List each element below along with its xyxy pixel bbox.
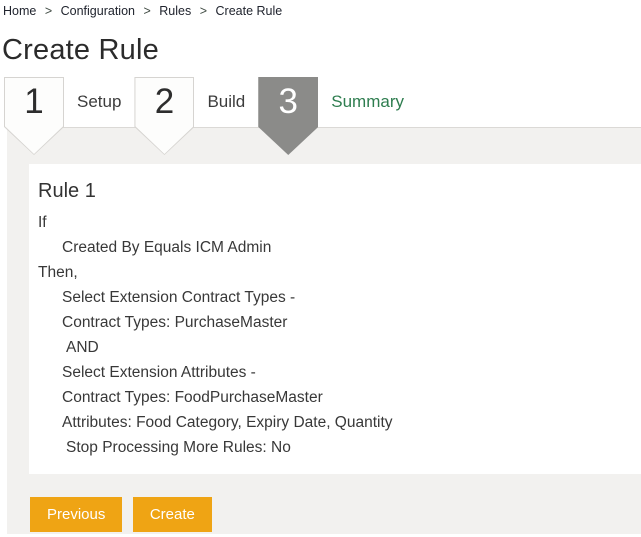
breadcrumb-rules[interactable]: Rules xyxy=(159,4,191,18)
rule-line: Contract Types: FoodPurchaseMaster xyxy=(38,385,631,410)
rule-line: Attributes: Food Category, Expiry Date, … xyxy=(38,410,631,435)
breadcrumb: Home > Configuration > Rules > Create Ru… xyxy=(0,0,641,18)
create-button[interactable]: Create xyxy=(133,497,212,532)
create-rule-page: Home > Configuration > Rules > Create Ru… xyxy=(0,0,641,537)
breadcrumb-create-rule[interactable]: Create Rule xyxy=(216,4,283,18)
rule-line: AND xyxy=(38,335,631,360)
step-1-number: 1 xyxy=(4,77,64,127)
rule-line: Select Extension Attributes - xyxy=(38,360,631,385)
previous-button[interactable]: Previous xyxy=(30,497,122,532)
breadcrumb-separator: > xyxy=(143,4,150,18)
step-3-label[interactable]: Summary xyxy=(331,77,404,127)
step-3-number: 3 xyxy=(258,77,318,127)
rule-line: Then, xyxy=(38,260,631,285)
step-2-number: 2 xyxy=(134,77,194,127)
breadcrumb-separator: > xyxy=(45,4,52,18)
rule-name-heading: Rule 1 xyxy=(38,177,631,206)
rule-line: Contract Types: PurchaseMaster xyxy=(38,310,631,335)
step-1-label[interactable]: Setup xyxy=(77,77,121,127)
step-2-label[interactable]: Build xyxy=(207,77,245,127)
rule-summary-card: Rule 1 If Created By Equals ICM Admin Th… xyxy=(29,164,641,474)
wizard-stepper: 1 Setup 2 Build 3 Summary xyxy=(4,77,641,127)
rule-line: If xyxy=(38,210,631,235)
rule-line: Stop Processing More Rules: No xyxy=(38,435,631,460)
breadcrumb-home[interactable]: Home xyxy=(3,4,36,18)
breadcrumb-configuration[interactable]: Configuration xyxy=(61,4,135,18)
rule-line: Created By Equals ICM Admin xyxy=(38,235,631,260)
wizard-summary-panel: Rule 1 If Created By Equals ICM Admin Th… xyxy=(7,127,641,534)
breadcrumb-separator: > xyxy=(200,4,207,18)
rule-line: Select Extension Contract Types - xyxy=(38,285,631,310)
wizard-actions: Previous Create xyxy=(30,497,641,532)
page-title: Create Rule xyxy=(2,33,641,67)
